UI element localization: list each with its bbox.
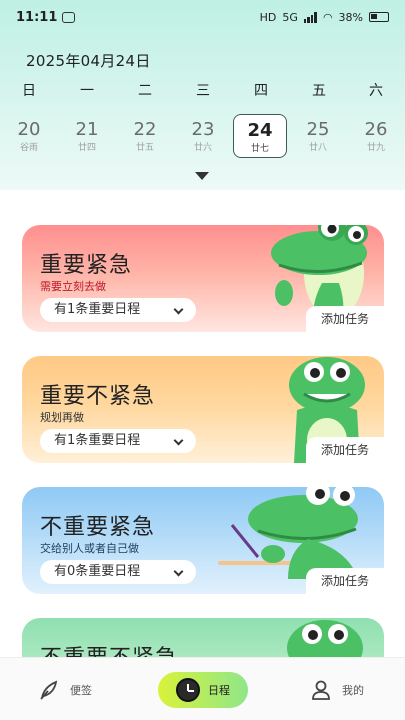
day-number: 25 bbox=[306, 119, 330, 140]
status-bar: 11:11 HD 5G ◠ 38% bbox=[0, 0, 405, 34]
lunar-date: 廿八 bbox=[308, 143, 327, 153]
nav-schedule-active[interactable]: 日程 bbox=[158, 672, 248, 708]
network-label: HD bbox=[259, 10, 277, 24]
lunar-date: 廿九 bbox=[366, 143, 385, 153]
lunar-date: 廿五 bbox=[135, 143, 154, 153]
weekday-label: 日 bbox=[22, 83, 36, 99]
schedule-dropdown[interactable]: 有0条重要日程 bbox=[40, 560, 196, 584]
day-number: 20 bbox=[17, 119, 41, 140]
day-number: 24 bbox=[247, 120, 273, 141]
card-title: 重要不紧急 bbox=[40, 384, 156, 409]
lunar-date: 廿四 bbox=[77, 143, 96, 153]
lunar-date: 廿六 bbox=[193, 143, 212, 153]
day-cell[interactable]: 25 廿八 bbox=[291, 114, 345, 158]
battery-icon bbox=[369, 12, 389, 22]
day-cell[interactable]: 22 廿五 bbox=[118, 114, 172, 158]
add-task-button[interactable]: 添加任务 bbox=[306, 568, 384, 594]
weekday-label: 五 bbox=[312, 83, 326, 99]
weekday-label: 六 bbox=[369, 83, 383, 99]
day-number: 23 bbox=[191, 119, 215, 140]
day-number: 26 bbox=[364, 119, 388, 140]
day-cell[interactable]: 23 廿六 bbox=[176, 114, 230, 158]
chevron-down-icon bbox=[173, 566, 184, 577]
lunar-date: 谷雨 bbox=[19, 143, 38, 153]
weekday-row: 日 一 二 三 四 五 六 bbox=[0, 80, 405, 100]
signal-icon bbox=[303, 11, 317, 23]
nav-mine-label: 我的 bbox=[342, 684, 364, 697]
day-number: 22 bbox=[133, 119, 157, 140]
weekday-label: 三 bbox=[196, 83, 210, 99]
add-task-button[interactable]: 添加任务 bbox=[306, 306, 384, 332]
card-title: 不重要紧急 bbox=[40, 515, 156, 540]
status-indicators: HD 5G ◠ 38% bbox=[260, 11, 389, 24]
nav-memo[interactable]: 便签 bbox=[38, 672, 92, 708]
add-task-button[interactable]: 添加任务 bbox=[306, 437, 384, 463]
weekday-label: 四 bbox=[254, 83, 268, 99]
weekday-label: 二 bbox=[138, 83, 152, 99]
clock-icon bbox=[176, 678, 200, 702]
day-cell[interactable]: 21 廿四 bbox=[60, 114, 114, 158]
day-cell-selected[interactable]: 24 廿七 bbox=[233, 114, 287, 158]
schedule-dropdown[interactable]: 有1条重要日程 bbox=[40, 429, 196, 453]
battery-text: 38% bbox=[338, 10, 363, 24]
card-subtitle: 交给别人或者自己做 bbox=[40, 542, 139, 555]
quadrant-card-important[interactable]: 重要不紧急 规划再做 有1条重要日程 添加任务 bbox=[22, 356, 384, 463]
lunar-date: 廿七 bbox=[250, 144, 269, 154]
schedule-dropdown[interactable]: 有1条重要日程 bbox=[40, 298, 196, 322]
card-subtitle: 规划再做 bbox=[40, 411, 84, 424]
feather-pen-icon bbox=[40, 680, 58, 700]
weekday-label: 一 bbox=[80, 83, 94, 99]
signal-label: 5G bbox=[282, 10, 298, 24]
card-subtitle: 需要立刻去做 bbox=[40, 280, 106, 293]
chevron-down-icon bbox=[173, 435, 184, 446]
wifi-icon: ◠ bbox=[322, 10, 333, 24]
day-cell[interactable]: 20 谷雨 bbox=[2, 114, 56, 158]
schedule-count-label: 有1条重要日程 bbox=[54, 302, 141, 317]
quadrant-card-urgent[interactable]: 不重要紧急 交给别人或者自己做 有0条重要日程 添加任务 bbox=[22, 487, 384, 594]
current-date-title[interactable]: 2025年04月24日 bbox=[26, 50, 151, 71]
quadrant-card-urgent-important[interactable]: 重要紧急 需要立刻去做 有1条重要日程 添加任务 bbox=[22, 225, 384, 332]
user-profile-icon bbox=[312, 680, 330, 700]
day-cell[interactable]: 26 廿九 bbox=[349, 114, 403, 158]
nav-mine[interactable]: 我的 bbox=[310, 672, 364, 708]
nav-schedule-label: 日程 bbox=[208, 684, 230, 697]
crocodile-mascot-icon bbox=[218, 487, 358, 579]
card-title: 重要紧急 bbox=[40, 253, 133, 278]
chevron-down-icon bbox=[173, 304, 184, 315]
week-day-strip: 20 谷雨 21 廿四 22 廿五 23 廿六 24 廿七 25 廿八 26 廿… bbox=[0, 114, 405, 158]
schedule-count-label: 有0条重要日程 bbox=[54, 564, 141, 579]
schedule-count-label: 有1条重要日程 bbox=[54, 433, 141, 448]
status-time: 11:11 bbox=[16, 9, 58, 25]
day-number: 21 bbox=[75, 119, 99, 140]
notification-icon bbox=[62, 11, 76, 23]
bottom-navigation: 便签 日程 我的 bbox=[0, 657, 405, 720]
expand-calendar-icon[interactable] bbox=[195, 172, 209, 180]
nav-memo-label: 便签 bbox=[70, 684, 92, 697]
